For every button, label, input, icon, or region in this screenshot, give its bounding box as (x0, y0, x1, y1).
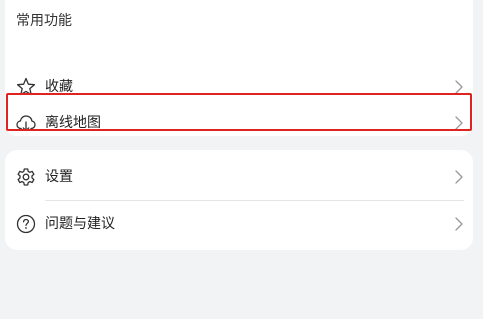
common-functions-card: 常用功能 收藏 离线地图 (5, 0, 473, 136)
page: 常用功能 收藏 离线地图 设置 问题与建议 (0, 0, 483, 319)
menu-item-label: 设置 (45, 169, 73, 185)
divider (45, 200, 464, 201)
menu-item-label: 离线地图 (45, 115, 101, 131)
chevron-right-icon (455, 170, 463, 184)
menu-item-label: 问题与建议 (45, 216, 115, 232)
chevron-right-icon (455, 80, 463, 94)
menu-item-offline-map[interactable]: 离线地图 (5, 101, 473, 145)
settings-card: 设置 问题与建议 (5, 150, 473, 250)
menu-item-feedback[interactable]: 问题与建议 (5, 202, 473, 246)
cloud-download-icon (16, 115, 36, 132)
menu-item-settings[interactable]: 设置 (5, 155, 473, 199)
gear-icon (17, 168, 35, 186)
menu-item-label: 收藏 (45, 79, 73, 95)
section-title: 常用功能 (16, 13, 72, 29)
question-circle-icon (16, 214, 36, 234)
chevron-right-icon (455, 217, 463, 231)
chevron-right-icon (455, 116, 463, 130)
star-icon (16, 77, 36, 96)
